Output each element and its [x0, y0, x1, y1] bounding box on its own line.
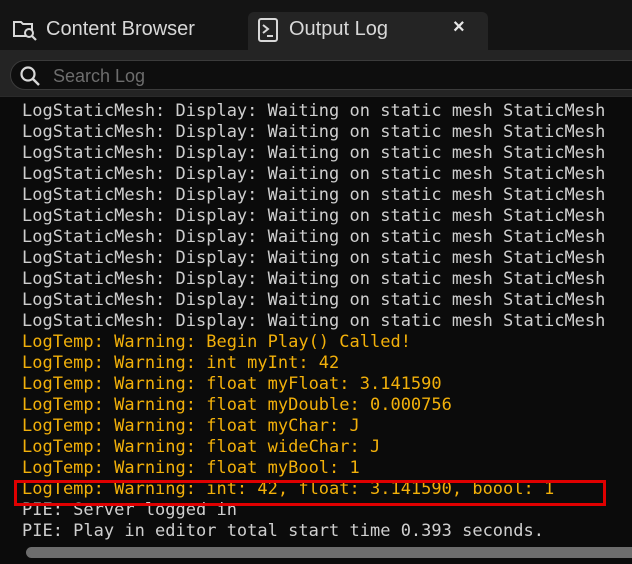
horizontal-scrollbar[interactable]: [26, 547, 632, 558]
log-line: LogTemp: Warning: float myDouble: 0.0007…: [22, 395, 452, 415]
log-line: LogStaticMesh: Display: Waiting on stati…: [22, 185, 606, 205]
log-line: LogStaticMesh: Display: Waiting on stati…: [22, 143, 606, 163]
log-lines: LogStaticMesh: Display: Waiting on stati…: [22, 101, 632, 542]
log-line: LogStaticMesh: Display: Waiting on stati…: [22, 269, 606, 289]
log-line: LogStaticMesh: Display: Waiting on stati…: [22, 206, 606, 226]
log-line: LogStaticMesh: Display: Waiting on stati…: [22, 227, 606, 247]
tab-content-browser[interactable]: Content Browser: [0, 12, 240, 50]
folder-search-icon: [12, 18, 38, 48]
log-line: LogStaticMesh: Display: Waiting on stati…: [22, 101, 606, 121]
close-tab-icon[interactable]: ×: [453, 16, 465, 39]
tab-label-content-browser: Content Browser: [46, 18, 195, 40]
log-line: LogStaticMesh: Display: Waiting on stati…: [22, 248, 606, 268]
tab-bar: Content Browser Output Log ×: [0, 0, 632, 50]
tab-output-log[interactable]: Output Log ×: [248, 12, 488, 50]
terminal-icon: [258, 18, 280, 48]
log-line: LogStaticMesh: Display: Waiting on stati…: [22, 122, 606, 142]
log-line: LogStaticMesh: Display: Waiting on stati…: [22, 290, 606, 310]
search-icon: [19, 65, 41, 92]
search-input[interactable]: [51, 62, 615, 90]
log-line: LogTemp: Warning: float myChar: J: [22, 416, 360, 436]
log-line: LogTemp: Warning: float myFloat: 3.14159…: [22, 374, 442, 394]
log-output-area[interactable]: LogStaticMesh: Display: Waiting on stati…: [0, 96, 632, 564]
output-log-window: Content Browser Output Log × Search Log …: [0, 0, 632, 564]
log-line: LogTemp: Warning: Begin Play() Called!: [22, 332, 411, 352]
search-box[interactable]: [10, 60, 632, 90]
log-line-highlighted: LogTemp: Warning: int: 42, float: 3.1415…: [22, 479, 555, 499]
tab-label-output-log: Output Log: [289, 18, 388, 40]
log-line: LogTemp: Warning: int myInt: 42: [22, 353, 340, 373]
log-line: PIE: Play in editor total start time 0.3…: [22, 521, 544, 541]
log-line: LogTemp: Warning: float wideChar: J: [22, 437, 381, 457]
log-line: LogStaticMesh: Display: Waiting on stati…: [22, 164, 606, 184]
search-bar: [0, 50, 632, 96]
log-line: PIE: Server logged in: [22, 500, 237, 520]
log-line: LogTemp: Warning: float myBool: 1: [22, 458, 360, 478]
log-line: LogStaticMesh: Display: Waiting on stati…: [22, 311, 606, 331]
